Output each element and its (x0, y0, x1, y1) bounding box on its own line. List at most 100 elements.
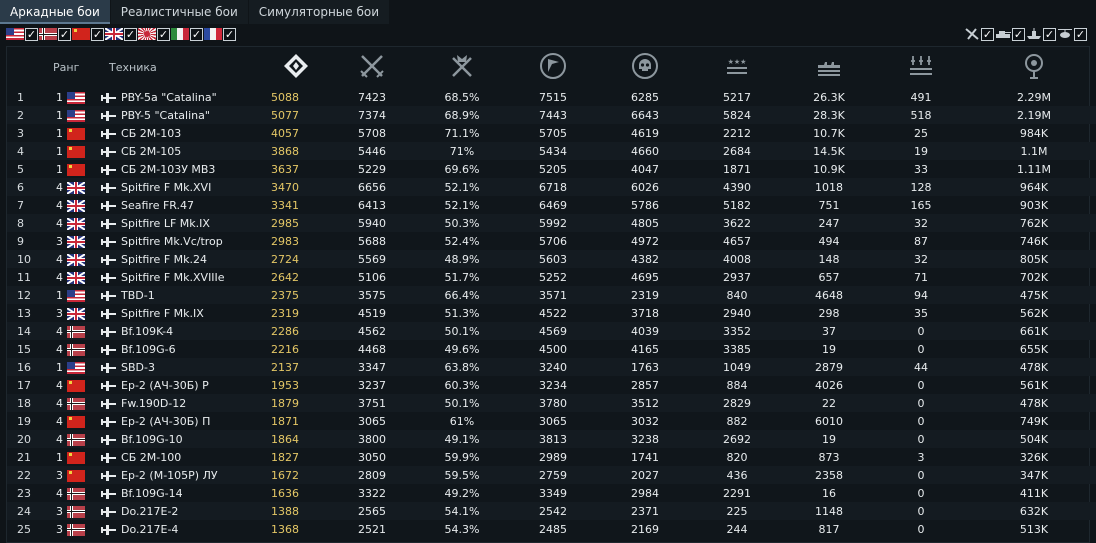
column-vehicle[interactable]: Техника (95, 47, 265, 88)
germany-flag-icon (67, 325, 85, 338)
earnings-value: 984K (1019, 126, 1049, 140)
vehicle-name: Spitfire Mk.Vc/trop (95, 232, 265, 250)
type-checkbox-helicopter[interactable]: ✓ (1074, 27, 1087, 41)
table-row[interactable]: 8 4 Spitfire LF Mk.IX 2985 5940 50.3% 5992 4805… (7, 214, 1096, 232)
filter-checkbox-ussr[interactable]: ✓ (91, 27, 104, 41)
table-row[interactable]: 23 4 Bf.109G-14 1636 3322 49.2% 3349 2984 2291 16… (7, 484, 1096, 502)
deaths-value: 4972 (631, 234, 660, 248)
tab-arcade[interactable]: Аркадные бои (0, 0, 110, 24)
table-row[interactable]: 14 4 Bf.109K-4 2286 4562 50.1% 4569 4039 3352 37 0… (7, 322, 1096, 340)
naval-kills-value: 0 (917, 378, 925, 392)
column-win-rate[interactable] (417, 47, 507, 88)
table-row[interactable]: 20 4 Bf.109G-10 1864 3800 49.1% 3813 3238 2692 19… (7, 430, 1096, 448)
vehicle-nation (67, 394, 95, 412)
vehicle-name-text: Bf.109K-4 (121, 324, 174, 338)
filter-checkbox-france[interactable]: ✓ (223, 27, 236, 41)
table-row[interactable]: 2 1 PBY-5 "Catalina" 5077 7374 68.9% 7443 6643 5… (7, 106, 1096, 124)
win-rate-value: 66.4% (444, 288, 480, 302)
table-row[interactable]: 9 3 Spitfire Mk.Vc/trop 2983 5688 52.4% 5706 49… (7, 232, 1096, 250)
table-row[interactable]: 24 3 Do.217E-2 1388 2565 54.1% 2542 2371 225 1148… (7, 502, 1096, 520)
tab-simulator[interactable]: Симуляторные бои (248, 0, 390, 24)
usa-flag-icon (67, 91, 85, 104)
naval-kills-value: 3 (917, 450, 925, 464)
battles-value: 5106 (358, 270, 387, 284)
vehicle-nation (67, 196, 95, 214)
table-row[interactable]: 6 4 Spitfire F Mk.XVI 3470 6656 52.1% 6718 6026… (7, 178, 1096, 196)
battles-icon (360, 55, 384, 78)
table-row[interactable]: 12 1 TBD-1 2375 3575 66.4% 3571 2319 840 4648 94 47… (7, 286, 1096, 304)
type-checkbox-aircraft[interactable]: ✓ (981, 27, 994, 41)
column-naval-kills[interactable] (875, 47, 967, 88)
naval-kills-value: 33 (914, 162, 929, 176)
table-row[interactable]: 21 1 СБ 2М-100 1827 3050 59.9% 2989 1741 820 873 3… (7, 448, 1096, 466)
filter-checkbox-italy[interactable]: ✓ (190, 27, 203, 41)
air-kills-value: 2212 (723, 126, 752, 140)
type-checkbox-ship[interactable]: ✓ (1043, 27, 1056, 41)
table-row[interactable]: 16 1 SBD-3 2137 3347 63.8% 3240 1763 1049 2879 44 4… (7, 358, 1096, 376)
type-filter-helicopter: ✓ (1057, 27, 1087, 41)
table-row[interactable]: 17 4 Ер-2 (АЧ-30Б) Р 1953 3237 60.3% 3234 2857 8… (7, 376, 1096, 394)
column-kills[interactable] (507, 47, 599, 88)
battles-value: 3347 (358, 360, 387, 374)
win-rate-value: 69.6% (444, 162, 480, 176)
rating-value: 3868 (271, 144, 300, 158)
row-number: 21 (17, 450, 31, 464)
vehicle-name: Bf.109G-6 (95, 340, 265, 358)
vehicle-name-text: TBD-1 (121, 288, 155, 302)
column-rating[interactable] (265, 47, 327, 88)
table-row[interactable]: 4 1 СБ 2М-105 3868 5446 71% 5434 4660 2684 14.5K 1… (7, 142, 1096, 160)
win-rate-value: 49.1% (444, 432, 480, 446)
filter-checkbox-japan[interactable]: ✓ (157, 27, 170, 41)
naval-kills-value: 491 (910, 90, 932, 104)
aircraft-icon (101, 290, 117, 301)
table-row[interactable]: 10 4 Spitfire F Mk.24 2724 5569 48.9% 5603 4382… (7, 250, 1096, 268)
table-row[interactable]: 15 4 Bf.109G-6 2216 4468 49.6% 4500 4165 3385 19 0… (7, 340, 1096, 358)
column-rank[interactable]: Ранг (49, 47, 95, 88)
ground-kills-value: 10.9K (813, 162, 845, 176)
table-row[interactable]: 18 4 Fw.190D-12 1879 3751 50.1% 3780 3512 2829 22… (7, 394, 1096, 412)
column-air-kills[interactable]: ★★★ (691, 47, 783, 88)
germany-flag-icon (67, 523, 85, 536)
vehicle-nation (67, 142, 95, 160)
row-number: 13 (17, 306, 31, 320)
column-ground-kills[interactable] (783, 47, 875, 88)
battles-value: 6413 (358, 198, 387, 212)
usa-flag-icon (67, 361, 85, 374)
type-checkbox-tank[interactable]: ✓ (1012, 27, 1025, 41)
column-deaths[interactable] (599, 47, 691, 88)
earnings-value: 326K (1019, 450, 1049, 464)
rating-value: 1827 (271, 450, 300, 464)
tab-realistic[interactable]: Реалистичные бои (110, 0, 248, 24)
air-kills-value: 884 (726, 378, 748, 392)
ground-kills-value: 6010 (815, 414, 844, 428)
table-row[interactable]: 22 3 Ер-2 (М-105Р) ЛУ 1672 2809 59.5% 2759 2027… (7, 466, 1096, 484)
air-kills-value: 882 (726, 414, 748, 428)
column-battles[interactable] (327, 47, 417, 88)
table-row[interactable]: 11 4 Spitfire F Mk.XVIIIe 2642 5106 51.7% 5252… (7, 268, 1096, 286)
battles-value: 5229 (358, 162, 387, 176)
row-number: 4 (17, 144, 24, 158)
kills-value: 3571 (539, 288, 568, 302)
ussr-flag-icon (67, 451, 85, 464)
table-row[interactable]: 7 4 Seafire FR.47 3341 6413 52.1% 6469 5786 5182… (7, 196, 1096, 214)
aircraft-icon (101, 524, 117, 535)
table-row[interactable]: 13 3 Spitfire F Mk.IX 2319 4519 51.3% 4522 3718… (7, 304, 1096, 322)
vehicle-name-text: Spitfire Mk.Vc/trop (121, 234, 223, 248)
table-row[interactable]: 5 1 СБ 2М-103У МВ3 3637 5229 69.6% 5205 4047 187… (7, 160, 1096, 178)
filter-checkbox-britain[interactable]: ✓ (124, 27, 137, 41)
filter-checkbox-germany[interactable]: ✓ (58, 27, 71, 41)
rating-value: 2642 (271, 270, 300, 284)
column-earnings[interactable] (967, 47, 1096, 88)
earnings-value: 749K (1019, 414, 1049, 428)
vehicle-name: Ер-2 (АЧ-30Б) Р (95, 376, 265, 394)
table-row[interactable]: 25 3 Do.217E-4 1368 2521 54.3% 2485 2169 244 817 0… (7, 520, 1096, 538)
table-row[interactable]: 1 1 PBY-5a "Catalina" 5088 7423 68.5% 7515 6285… (7, 88, 1096, 106)
vehicle-name-text: СБ 2М-103У МВ3 (121, 162, 216, 176)
ground-kills-value: 1018 (815, 180, 844, 194)
france-flag-icon (204, 28, 222, 40)
table-row[interactable]: 3 1 СБ 2М-103 4057 5708 71.1% 5705 4619 2212 10.7… (7, 124, 1096, 142)
table-row[interactable]: 19 4 Ер-2 (АЧ-30Б) П 1871 3065 61% 3065 3032 882… (7, 412, 1096, 430)
win-rate-value: 49.2% (444, 486, 480, 500)
filter-checkbox-usa[interactable]: ✓ (25, 27, 38, 41)
vehicle-name: СБ 2М-100 (95, 448, 265, 466)
